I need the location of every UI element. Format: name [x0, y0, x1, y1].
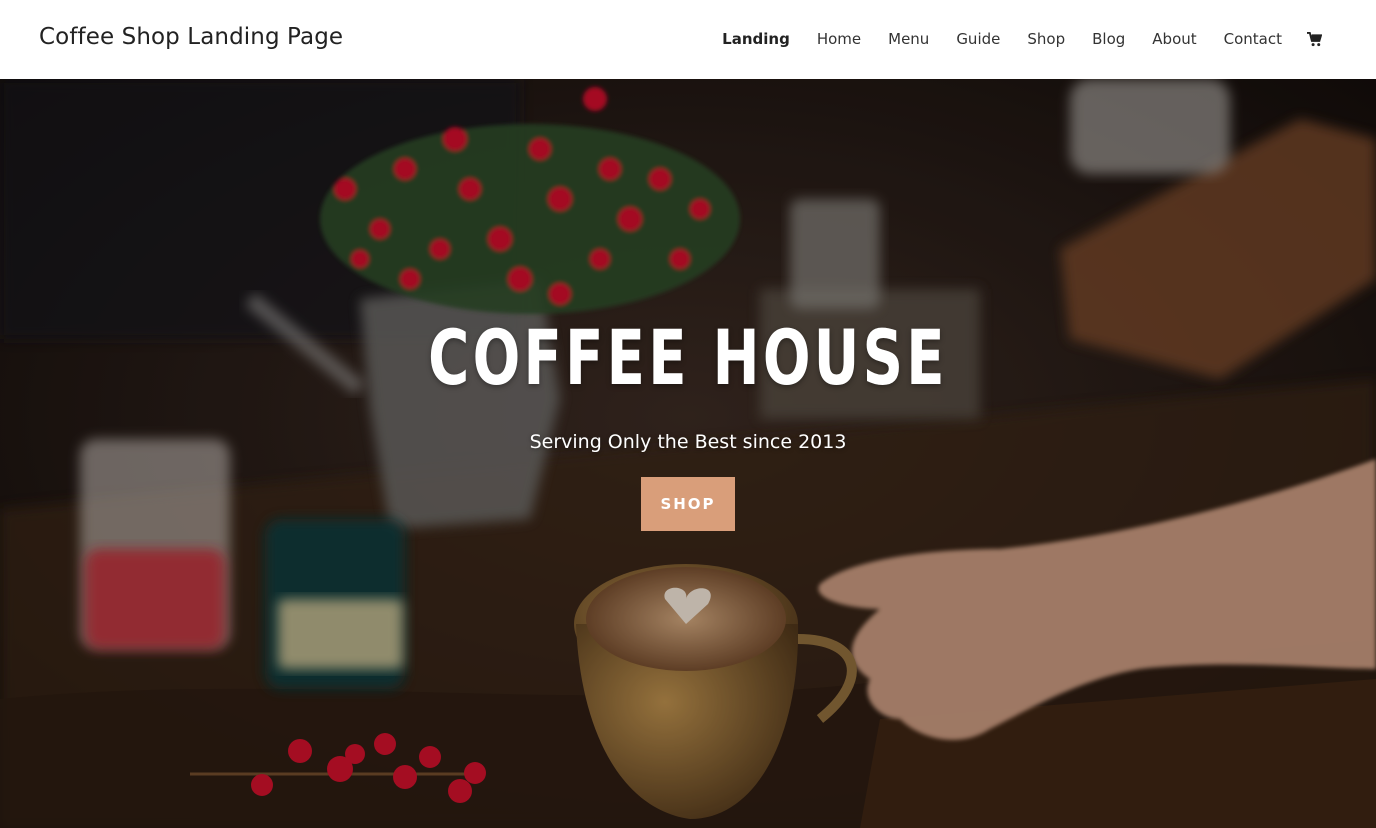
nav-contact[interactable]: Contact	[1224, 30, 1282, 48]
hero-background-image	[0, 79, 1376, 828]
nav-blog[interactable]: Blog	[1092, 30, 1125, 48]
main-nav: Landing Home Menu Guide Shop Blog About …	[695, 30, 1323, 48]
nav-shop[interactable]: Shop	[1027, 30, 1065, 48]
site-header: Coffee Shop Landing Page Landing Home Me…	[0, 0, 1376, 79]
shopping-cart-icon[interactable]	[1307, 31, 1323, 47]
hero-subtitle: Serving Only the Best since 2013	[529, 431, 847, 453]
nav-guide[interactable]: Guide	[956, 30, 1000, 48]
nav-landing[interactable]: Landing	[722, 30, 790, 48]
hero-section: COFFEE HOUSE Serving Only the Best since…	[0, 79, 1376, 828]
hero-title: COFFEE HOUSE	[428, 313, 948, 402]
nav-menu[interactable]: Menu	[888, 30, 929, 48]
site-title[interactable]: Coffee Shop Landing Page	[39, 24, 343, 50]
shop-button[interactable]: SHOP	[641, 477, 735, 531]
nav-home[interactable]: Home	[817, 30, 861, 48]
nav-about[interactable]: About	[1152, 30, 1196, 48]
